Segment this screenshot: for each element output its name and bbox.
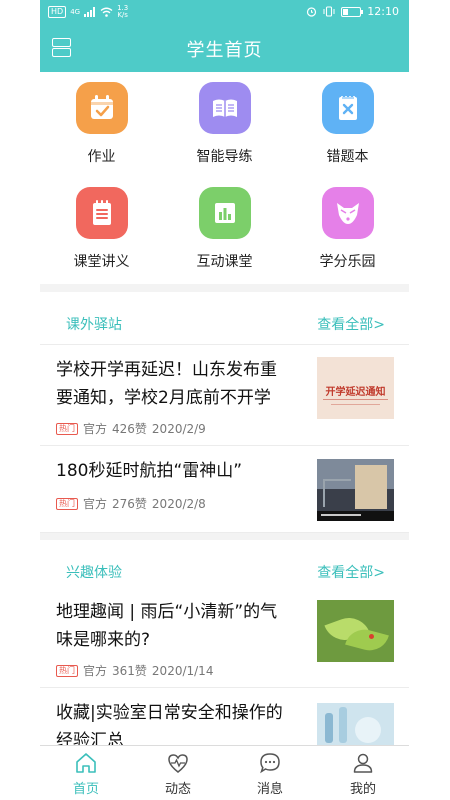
bottom-tab-bar: 首页 动态 消息 我的 — [40, 745, 409, 800]
article-meta: 热门 官方 361赞 2020/1/14 — [56, 662, 213, 679]
section-header: 课外驿站 查看全部> — [40, 292, 409, 345]
article-card[interactable]: 180秒延时航拍“雷神山” 热门 官方 276赞 2020/2/8 — [40, 446, 409, 533]
smart-practice-tile — [198, 82, 251, 134]
article-date: 2020/1/14 — [151, 663, 214, 678]
section-interest: 兴趣体验 查看全部> 地理趣闻 | 雨后“小清新”的气味是哪来的? 热门 官方 … — [40, 540, 409, 751]
tab-label: 动态 — [164, 782, 191, 797]
section-title: 课外驿站 — [66, 317, 122, 333]
vibrate-icon — [323, 6, 335, 17]
section-title: 兴趣体验 — [66, 565, 122, 581]
hd-badge: HD — [48, 6, 67, 18]
interactive-class-tile — [198, 187, 251, 239]
network-speed: 1.3 K/s — [117, 4, 129, 19]
user-icon — [353, 753, 373, 773]
article-title: 学校开学再延迟！山东发布重要通知，学校2月底前不开学 — [56, 360, 277, 408]
wifi-icon — [100, 7, 113, 17]
fox-icon — [336, 203, 359, 224]
tab-activity[interactable]: 动态 — [132, 746, 224, 800]
article-likes: 276赞 — [112, 497, 147, 511]
section-extracurricular: 课外驿站 查看全部> 学校开学再延迟！山东发布重要通知，学校2月底前不开学 热门… — [40, 292, 409, 533]
article-likes: 426赞 — [112, 422, 147, 436]
notebook-x-icon — [338, 96, 357, 120]
video-thumbnail — [317, 459, 394, 521]
tab-profile[interactable]: 我的 — [317, 746, 409, 800]
article-title: 180秒延时航拍“雷神山” — [56, 461, 243, 481]
article-source: 官方 — [83, 664, 108, 678]
feature-label: 互动课堂 — [196, 254, 253, 270]
feature-grid: 作业 智能导练 错题本 课堂讲义 互动课堂 学分乐园 — [40, 72, 409, 284]
article-date: 2020/2/9 — [151, 421, 206, 436]
right-margin — [409, 0, 450, 800]
left-margin — [0, 0, 40, 800]
view-all-link[interactable]: 查看全部> — [317, 314, 385, 334]
feature-lecture-notes[interactable]: 课堂讲义 — [40, 177, 163, 277]
feature-label: 智能导练 — [196, 149, 253, 165]
notepad-icon — [92, 200, 111, 225]
hot-tag: 热门 — [56, 664, 78, 677]
screen: HD 4G 1.3 K/s 12:10 学生首页 作业 智能导练 错题本 课堂讲… — [0, 0, 450, 800]
feature-credit-park[interactable]: 学分乐园 — [286, 177, 409, 277]
feature-mistake-book[interactable]: 错题本 — [286, 72, 409, 172]
article-likes: 361赞 — [112, 664, 147, 678]
mistake-book-tile — [321, 82, 374, 134]
home-icon — [76, 753, 96, 773]
hot-tag: 热门 — [56, 422, 78, 435]
article-title: 地理趣闻 | 雨后“小清新”的气味是哪来的? — [56, 602, 278, 650]
article-source: 官方 — [83, 497, 108, 511]
feature-label: 课堂讲义 — [73, 254, 130, 270]
article-card[interactable]: 收藏|实验室日常安全和操作的经验汇总 — [40, 688, 409, 751]
article-meta: 热门 官方 276赞 2020/2/8 — [56, 495, 206, 512]
article-card[interactable]: 地理趣闻 | 雨后“小清新”的气味是哪来的? 热门 官方 361赞 2020/1… — [40, 587, 409, 688]
article-thumbnail: 开学延迟通知 — [317, 357, 394, 419]
view-all-link[interactable]: 查看全部> — [317, 562, 385, 582]
hot-tag: 热门 — [56, 497, 78, 510]
page-title: 学生首页 — [186, 40, 263, 61]
feature-smart-practice[interactable]: 智能导练 — [163, 72, 286, 172]
article-date: 2020/2/8 — [151, 496, 206, 511]
title-bar: 学生首页 — [40, 26, 409, 72]
section-header: 兴趣体验 查看全部> — [40, 540, 409, 593]
tab-home[interactable]: 首页 — [40, 746, 132, 800]
feature-label: 学分乐园 — [319, 254, 376, 270]
phone-screen: HD 4G 1.3 K/s 12:10 学生首页 作业 智能导练 错题本 课堂讲… — [40, 0, 409, 800]
alarm-icon — [307, 7, 317, 17]
article-thumbnail — [317, 600, 394, 662]
chat-bubble-icon — [260, 753, 280, 774]
feature-interactive-class[interactable]: 互动课堂 — [163, 177, 286, 277]
article-source: 官方 — [83, 422, 108, 436]
clock: 12:10 — [367, 5, 399, 18]
bar-chart-icon — [214, 203, 235, 223]
feature-label: 错题本 — [326, 149, 369, 165]
thumbnail-caption: 开学延迟通知 — [325, 387, 386, 398]
article-card[interactable]: 学校开学再延迟！山东发布重要通知，学校2月底前不开学 热门 官方 426赞 20… — [40, 345, 409, 446]
app-header: HD 4G 1.3 K/s 12:10 学生首页 — [40, 0, 409, 72]
status-bar: HD 4G 1.3 K/s 12:10 — [40, 0, 409, 26]
calendar-check-icon — [90, 95, 113, 119]
article-meta: 热门 官方 426赞 2020/2/9 — [56, 420, 206, 437]
lecture-notes-tile — [75, 187, 128, 239]
battery-icon — [341, 6, 364, 17]
signal-icon — [84, 7, 96, 17]
tab-label: 首页 — [72, 782, 99, 797]
signal-label: 4G — [70, 8, 81, 16]
heartbeat-icon — [168, 754, 188, 773]
tab-label: 我的 — [349, 782, 376, 797]
open-book-icon — [212, 99, 237, 117]
tab-label: 消息 — [256, 782, 283, 797]
homework-tile — [75, 82, 128, 134]
feature-homework[interactable]: 作业 — [40, 72, 163, 172]
credit-park-tile — [321, 187, 374, 239]
tab-messages[interactable]: 消息 — [224, 746, 316, 800]
feature-label: 作业 — [87, 149, 116, 165]
article-thumbnail — [317, 703, 394, 745]
